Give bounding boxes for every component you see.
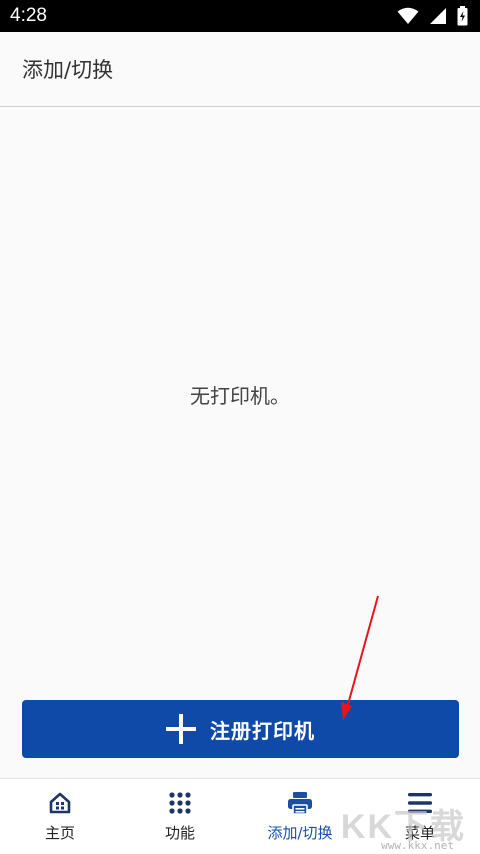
register-printer-label: 注册打印机 <box>210 720 315 743</box>
empty-state-message: 无打印机。 <box>190 384 290 408</box>
main-content: 无打印机。 注册打印机 <box>0 108 480 778</box>
app-header: 添加/切换 <box>0 32 480 107</box>
status-bar: 4:28 <box>0 0 480 32</box>
printer-icon <box>287 790 313 816</box>
nav-label-add-switch: 添加/切换 <box>267 824 333 842</box>
nav-item-home[interactable]: 主页 <box>0 779 120 854</box>
register-printer-button[interactable]: 注册打印机 <box>22 700 459 758</box>
status-time: 4:28 <box>10 5 47 26</box>
status-icons <box>397 6 468 26</box>
nav-label-menu: 菜单 <box>404 824 435 842</box>
signal-icon <box>430 8 446 24</box>
nav-item-functions[interactable]: 功能 <box>120 779 240 854</box>
home-icon <box>47 790 73 816</box>
wifi-icon <box>397 7 419 24</box>
nav-label-home: 主页 <box>44 824 75 842</box>
menu-icon <box>407 790 433 816</box>
page-title: 添加/切换 <box>22 58 114 82</box>
nav-label-functions: 功能 <box>164 824 195 842</box>
battery-icon <box>457 6 468 26</box>
nav-item-menu[interactable]: 菜单 <box>360 779 480 854</box>
plus-icon <box>166 714 196 744</box>
bottom-nav: 主页 功能 添加/切换 菜单 <box>0 778 480 854</box>
grid-icon <box>167 790 193 816</box>
nav-item-add-switch[interactable]: 添加/切换 <box>240 779 360 854</box>
